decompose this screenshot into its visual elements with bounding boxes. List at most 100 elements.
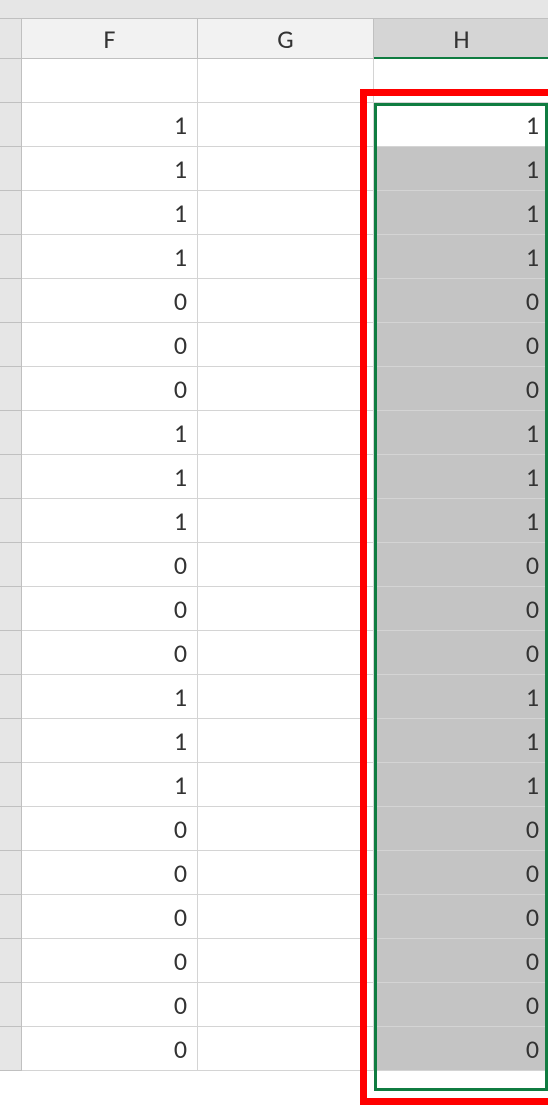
cell-F[interactable]: 0 <box>22 279 198 323</box>
column-header-row: F G H <box>0 19 548 59</box>
cell-H[interactable]: 1 <box>374 147 548 191</box>
cell-H[interactable]: 0 <box>374 279 548 323</box>
cell-F[interactable]: 1 <box>22 499 198 543</box>
cell-H[interactable]: 1 <box>374 719 548 763</box>
cell-F[interactable]: 0 <box>22 631 198 675</box>
cell-H[interactable]: 1 <box>374 499 548 543</box>
row-header[interactable] <box>0 719 22 763</box>
row-header[interactable] <box>0 147 22 191</box>
cell-H[interactable]: 0 <box>374 323 548 367</box>
cell-F[interactable]: 1 <box>22 411 198 455</box>
col-header-H[interactable]: H <box>374 19 548 58</box>
cell-H[interactable]: 1 <box>374 763 548 807</box>
cell-G[interactable] <box>198 367 374 411</box>
row-header[interactable] <box>0 455 22 499</box>
cell-F[interactable]: 0 <box>22 983 198 1027</box>
cell-H[interactable]: 0 <box>374 1027 548 1071</box>
cell-H[interactable]: 1 <box>374 455 548 499</box>
cell-F[interactable]: 0 <box>22 807 198 851</box>
cell-G[interactable] <box>198 631 374 675</box>
cell-G[interactable] <box>198 191 374 235</box>
col-header-G[interactable]: G <box>198 19 374 58</box>
cell-H[interactable]: 1 <box>374 191 548 235</box>
cell-F[interactable]: 1 <box>22 763 198 807</box>
cell-F[interactable]: 0 <box>22 939 198 983</box>
cell-G[interactable] <box>198 59 374 103</box>
row-header[interactable] <box>0 763 22 807</box>
data-row: 00 <box>0 851 548 895</box>
cell-G[interactable] <box>198 543 374 587</box>
cell-G[interactable] <box>198 1027 374 1071</box>
row-header[interactable] <box>0 807 22 851</box>
data-row: 11 <box>0 191 548 235</box>
cell-F[interactable]: 1 <box>22 235 198 279</box>
cell-G[interactable] <box>198 719 374 763</box>
row-header[interactable] <box>0 1027 22 1071</box>
cell-G[interactable] <box>198 455 374 499</box>
cell-H[interactable]: 0 <box>374 543 548 587</box>
cell-H[interactable]: 0 <box>374 895 548 939</box>
row-header[interactable] <box>0 499 22 543</box>
row-header[interactable] <box>0 235 22 279</box>
cell-G[interactable] <box>198 323 374 367</box>
cell-H[interactable]: 0 <box>374 851 548 895</box>
cell-F[interactable]: 1 <box>22 191 198 235</box>
cell-F[interactable]: 1 <box>22 675 198 719</box>
cell-H[interactable]: 0 <box>374 367 548 411</box>
cell-F[interactable]: 0 <box>22 1027 198 1071</box>
cell-G[interactable] <box>198 983 374 1027</box>
cell-G[interactable] <box>198 587 374 631</box>
row-header[interactable] <box>0 191 22 235</box>
row-header[interactable] <box>0 323 22 367</box>
cell-G[interactable] <box>198 499 374 543</box>
cell-G[interactable] <box>198 807 374 851</box>
cell-F[interactable]: 0 <box>22 895 198 939</box>
cell-G[interactable] <box>198 103 374 147</box>
corner-spacer[interactable] <box>0 19 22 58</box>
row-header[interactable] <box>0 543 22 587</box>
row-header[interactable] <box>0 631 22 675</box>
row-header[interactable] <box>0 851 22 895</box>
cell-F[interactable]: 1 <box>22 719 198 763</box>
cell-G[interactable] <box>198 147 374 191</box>
cell-G[interactable] <box>198 279 374 323</box>
cell-F[interactable] <box>22 59 198 103</box>
col-header-F[interactable]: F <box>22 19 198 58</box>
cell-G[interactable] <box>198 411 374 455</box>
cell-H[interactable]: 0 <box>374 983 548 1027</box>
row-header[interactable] <box>0 367 22 411</box>
row-header[interactable] <box>0 587 22 631</box>
cell-F[interactable]: 1 <box>22 455 198 499</box>
row-header[interactable] <box>0 675 22 719</box>
cell-H[interactable]: 1 <box>374 411 548 455</box>
cell-F[interactable]: 1 <box>22 103 198 147</box>
cell-F[interactable]: 0 <box>22 367 198 411</box>
cell-G[interactable] <box>198 895 374 939</box>
cell-F[interactable]: 1 <box>22 147 198 191</box>
row-header[interactable] <box>0 939 22 983</box>
cell-G[interactable] <box>198 939 374 983</box>
row-header[interactable] <box>0 983 22 1027</box>
cell-H[interactable]: 0 <box>374 939 548 983</box>
cell-G[interactable] <box>198 675 374 719</box>
cell-H[interactable]: 1 <box>374 675 548 719</box>
cell-H[interactable]: 0 <box>374 807 548 851</box>
cell-F[interactable]: 0 <box>22 587 198 631</box>
cell-H[interactable]: 1 <box>374 235 548 279</box>
cell-H[interactable]: 0 <box>374 631 548 675</box>
row-header[interactable] <box>0 895 22 939</box>
row-header[interactable] <box>0 411 22 455</box>
data-row: 00 <box>0 279 548 323</box>
row-header[interactable] <box>0 103 22 147</box>
cell-G[interactable] <box>198 763 374 807</box>
cell-F[interactable]: 0 <box>22 323 198 367</box>
cell-F[interactable]: 0 <box>22 851 198 895</box>
row-header[interactable] <box>0 59 22 103</box>
cell-H[interactable]: 0 <box>374 587 548 631</box>
row-header[interactable] <box>0 279 22 323</box>
cell-G[interactable] <box>198 235 374 279</box>
cell-G[interactable] <box>198 851 374 895</box>
cell-H[interactable]: 1 <box>374 103 548 147</box>
cell-H[interactable] <box>374 59 548 103</box>
cell-F[interactable]: 0 <box>22 543 198 587</box>
